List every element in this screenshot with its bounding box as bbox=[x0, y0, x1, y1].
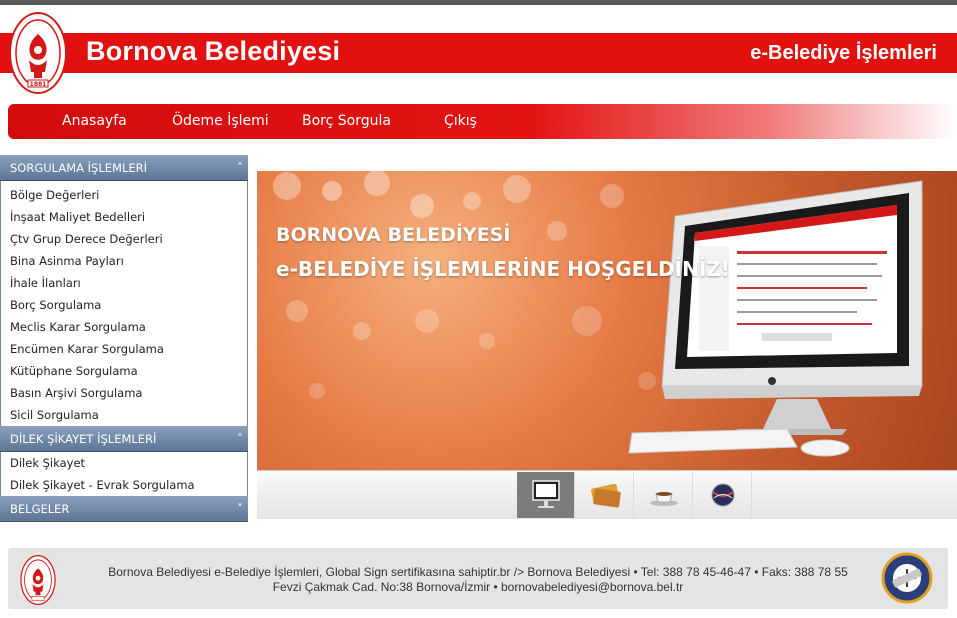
footer: Bornova Belediyesi e-Belediye İşlemleri,… bbox=[8, 548, 948, 609]
sidebar: SORGULAMA İŞLEMLERİ ˄ Bölge Değerleri İn… bbox=[0, 155, 248, 522]
sidebar-item-bolge-degerleri[interactable]: Bölge Değerleri bbox=[1, 184, 247, 206]
bokeh-lights bbox=[273, 171, 923, 457]
sidebar-item-ihale-ilanlari[interactable]: İhale İlanları bbox=[1, 272, 247, 294]
nav-logout[interactable]: Çıkış bbox=[444, 113, 477, 129]
thumb-credit-cards[interactable] bbox=[576, 472, 634, 518]
thumb-monitor[interactable] bbox=[517, 472, 575, 518]
site-title: Bornova Belediyesi bbox=[86, 36, 341, 66]
nav-debt-query[interactable]: Borç Sorgula bbox=[302, 113, 391, 129]
sidebar-item-sicil[interactable]: Sicil Sorgulama bbox=[1, 404, 247, 426]
sidebar-item-dilek-sikayet[interactable]: Dilek Şikayet bbox=[1, 452, 247, 474]
sidebar-item-ctv-grup[interactable]: Çtv Grup Derece Değerleri bbox=[1, 228, 247, 250]
section-complaint-header[interactable]: DİLEK ŞİKAYET İŞLEMLERİ ˄ bbox=[0, 426, 248, 452]
section-title: SORGULAMA İŞLEMLERİ bbox=[10, 161, 147, 175]
sidebar-item-bina-asinma[interactable]: Bina Asinma Payları bbox=[1, 250, 247, 272]
sidebar-item-evrak-sorgulama[interactable]: Dilek Şikayet - Evrak Sorgulama bbox=[1, 474, 247, 496]
welcome-banner[interactable]: BORNOVA BELEDİYESİ e-BELEDİYE İŞLEMLERİN… bbox=[257, 171, 957, 470]
section-documents-header[interactable]: BELGELER ˅ bbox=[0, 496, 248, 522]
section-title: DİLEK ŞİKAYET İŞLEMLERİ bbox=[10, 432, 157, 446]
bornova-logo[interactable]: 1881 bbox=[9, 12, 67, 94]
section-query-header[interactable]: SORGULAMA İŞLEMLERİ ˄ bbox=[0, 155, 248, 181]
credit-cards-icon bbox=[590, 483, 621, 508]
footer-line-1: Bornova Belediyesi e-Belediye İşlemleri,… bbox=[108, 565, 848, 579]
banner-thumbnails bbox=[257, 470, 957, 519]
sidebar-item-encumen-karar[interactable]: Encümen Karar Sorgulama bbox=[1, 338, 247, 360]
coffee-cup-icon bbox=[650, 492, 678, 506]
certificate-seal-icon[interactable] bbox=[878, 552, 936, 604]
sidebar-item-basin-arsivi[interactable]: Basın Arşivi Sorgulama bbox=[1, 382, 247, 404]
sidebar-item-insaat-maliyet[interactable]: İnşaat Maliyet Bedelleri bbox=[1, 206, 247, 228]
svg-text:1881: 1881 bbox=[30, 81, 47, 88]
main-nav: Anasayfa Ödeme İşlemi Borç Sorgula Çıkış bbox=[8, 104, 957, 139]
sidebar-item-kutuphane[interactable]: Kütüphane Sorgulama bbox=[1, 360, 247, 382]
thumb-globe[interactable] bbox=[694, 472, 752, 518]
sidebar-item-borc-sorgulama[interactable]: Borç Sorgulama bbox=[1, 294, 247, 316]
sidebar-item-meclis-karar[interactable]: Meclis Karar Sorgulama bbox=[1, 316, 247, 338]
chevron-up-icon[interactable]: ˄ bbox=[237, 155, 243, 181]
section-query-list: Bölge Değerleri İnşaat Maliyet Bedelleri… bbox=[0, 181, 248, 426]
globe-icon bbox=[711, 483, 735, 507]
thumb-coffee[interactable] bbox=[635, 472, 693, 518]
monitor-icon bbox=[532, 480, 560, 508]
nav-home[interactable]: Anasayfa bbox=[62, 113, 127, 129]
section-title: BELGELER bbox=[10, 502, 70, 516]
section-complaint-list: Dilek Şikayet Dilek Şikayet - Evrak Sorg… bbox=[0, 452, 248, 496]
banner-line-2: e-BELEDİYE İŞLEMLERİNE HOŞGELDİNİZ! bbox=[276, 257, 730, 281]
site-subtitle: e-Belediye İşlemleri bbox=[750, 42, 937, 64]
banner-line-1: BORNOVA BELEDİYESİ bbox=[276, 224, 511, 246]
chevron-up-icon[interactable]: ˄ bbox=[237, 426, 243, 452]
footer-line-2: Fevzi Çakmak Cad. No:38 Bornova/İzmir • … bbox=[272, 580, 684, 594]
chevron-down-icon[interactable]: ˅ bbox=[237, 496, 243, 522]
nav-payment[interactable]: Ödeme İşlemi bbox=[172, 113, 269, 129]
header-bar: Bornova Belediyesi e-Belediye İşlemleri bbox=[0, 33, 957, 73]
top-strip bbox=[0, 0, 957, 5]
